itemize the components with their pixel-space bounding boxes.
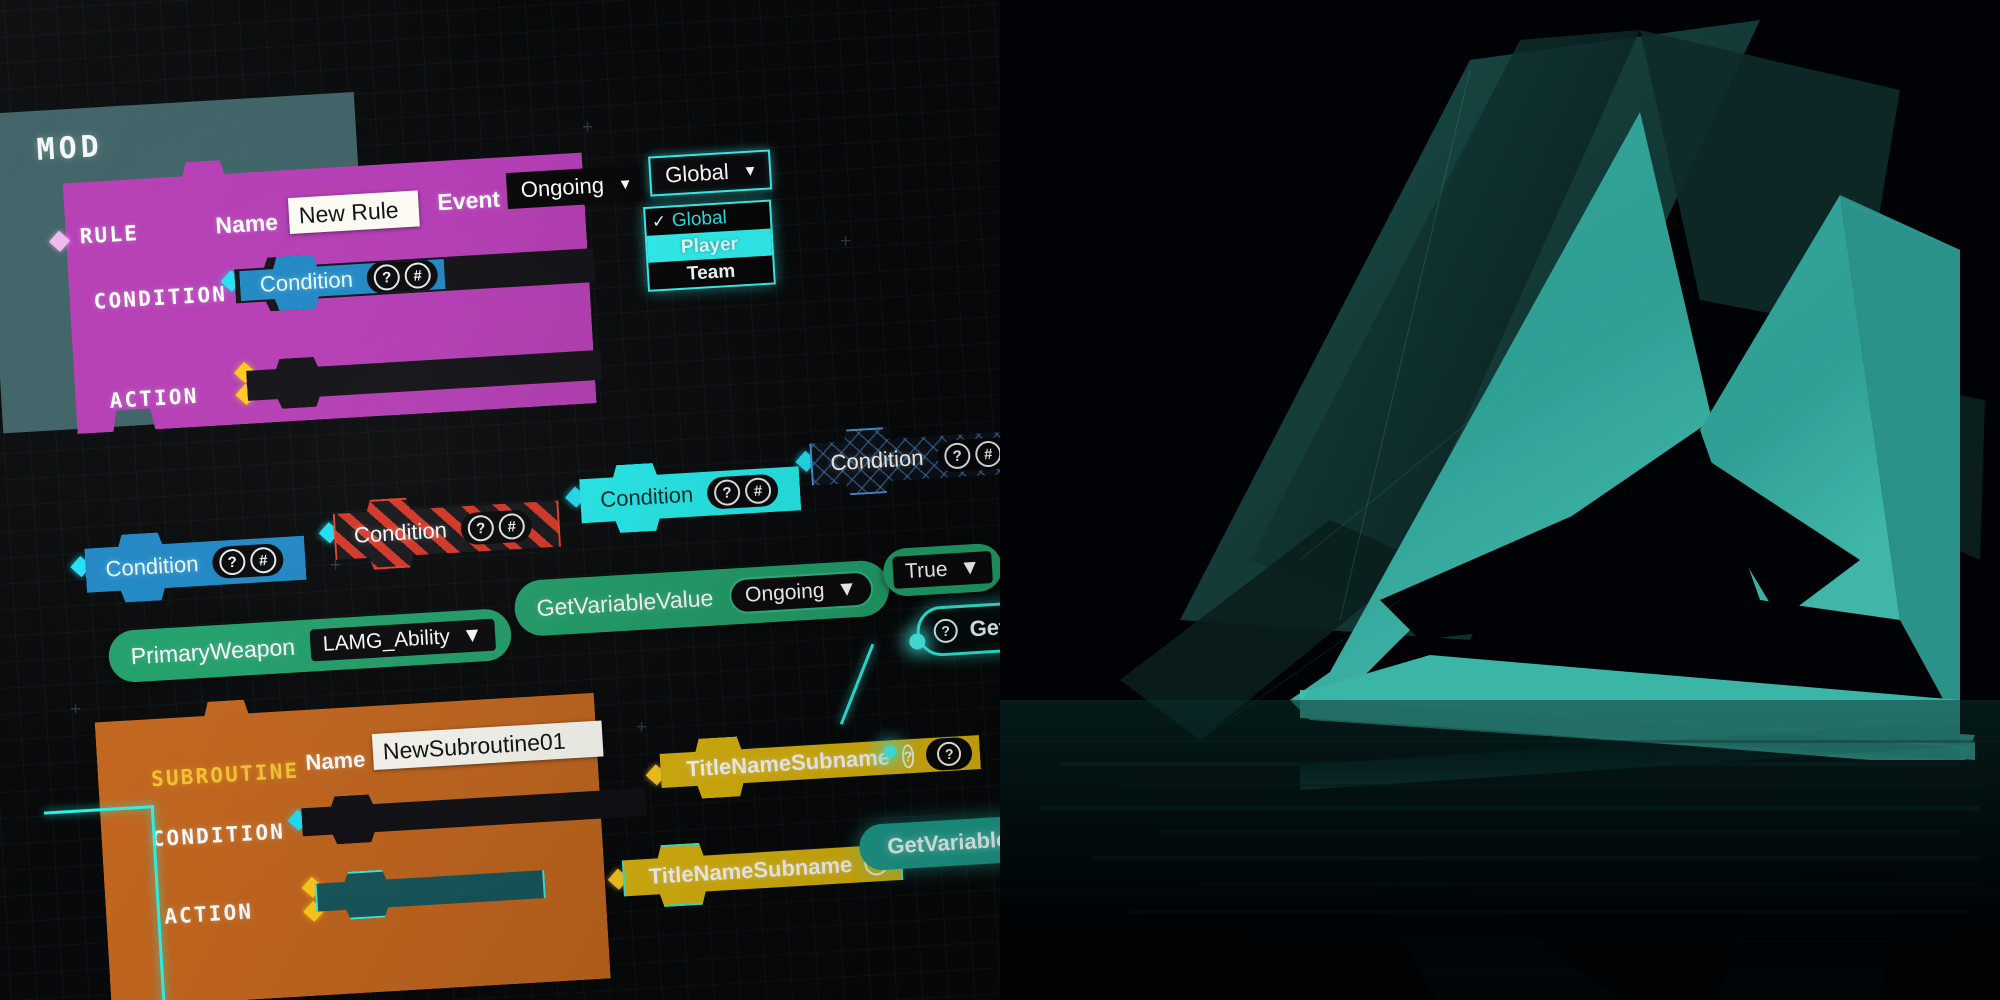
mod-title: MOD	[35, 129, 104, 168]
get-variable-value-dropdown[interactable]: Ongoing ▼	[728, 570, 875, 615]
get-variable-value-label: GetVariableValue	[535, 584, 714, 621]
logic-editor-panel: + + + + + + + + MOD RULE Name New Rule E…	[0, 0, 1000, 1000]
editor-canvas[interactable]: MOD RULE Name New Rule Event Ongoing ▼ G…	[0, 0, 1000, 1000]
condition-badges: ? #	[936, 437, 1000, 473]
get-variable-value-attachment[interactable]: GetVariableValue	[858, 811, 1000, 872]
number-icon[interactable]: #	[744, 477, 771, 504]
condition-chip-label: Condition	[104, 551, 200, 582]
help-icon[interactable]: ?	[467, 515, 494, 542]
rule-name-input[interactable]: New Rule	[287, 190, 420, 235]
condition-chip-label: Condition	[599, 481, 694, 513]
chevron-down-icon: ▼	[742, 161, 759, 180]
palette-condition-red[interactable]: Condition ? #	[332, 489, 562, 572]
condition-badges: ? #	[460, 509, 533, 545]
portal-logo-render	[1000, 0, 2000, 1000]
rule-scope-dropdown[interactable]: Global ▼	[648, 149, 773, 197]
help-icon[interactable]: ?	[901, 744, 915, 769]
rule-label: RULE	[79, 221, 140, 249]
dropdown-option-label: Team	[686, 260, 736, 285]
chevron-down-icon: ▼	[958, 555, 981, 580]
rule-scope-dropdown-menu[interactable]: ✓ Global Player Team	[643, 199, 776, 292]
condition-badges: ? #	[706, 474, 779, 510]
get-var-node-clipped[interactable]: ? GetVar	[915, 599, 1000, 658]
palette-condition-cyan[interactable]: Condition ? #	[578, 454, 802, 535]
title-name-subname-block-1[interactable]: TitleNameSubname ? ?	[659, 722, 982, 801]
number-icon[interactable]: #	[404, 262, 431, 289]
help-icon[interactable]: ?	[937, 741, 962, 766]
tns-pod[interactable]: ?	[925, 737, 973, 772]
get-var-label: GetVar	[968, 612, 1000, 642]
check-icon: ✓	[651, 211, 667, 232]
subroutine-name-label: Name	[304, 746, 366, 776]
chevron-down-icon: ▼	[461, 623, 484, 648]
chevron-down-icon: ▼	[835, 577, 858, 602]
get-variable-value-node[interactable]: GetVariableValue Ongoing ▼	[513, 559, 891, 638]
rule-scope-value: Global	[664, 158, 730, 188]
help-icon[interactable]: ?	[219, 548, 246, 575]
portal-logo-panel	[1000, 0, 2000, 1000]
help-icon[interactable]: ?	[373, 264, 400, 291]
condition-badges: ? #	[211, 543, 284, 579]
boolean-value: True	[904, 557, 949, 584]
connector-wire	[839, 643, 875, 725]
chevron-down-icon: ▼	[617, 175, 634, 194]
help-icon[interactable]: ?	[944, 442, 971, 469]
condition-chip-label: Condition	[353, 517, 448, 548]
get-variable-value-selection: Ongoing	[744, 579, 826, 607]
number-icon[interactable]: #	[498, 513, 525, 540]
condition-badges: ? #	[366, 258, 439, 294]
primary-weapon-value: LAMG_Ability	[322, 625, 451, 656]
help-icon[interactable]: ?	[713, 479, 740, 506]
help-icon[interactable]: ?	[933, 618, 959, 644]
boolean-node[interactable]: True ▼	[881, 542, 1000, 598]
number-icon[interactable]: #	[975, 440, 1000, 467]
dropdown-option-label: Player	[680, 233, 739, 258]
number-icon[interactable]: #	[250, 546, 277, 573]
dropdown-option-label: Global	[671, 206, 728, 231]
tns-label: TitleNameSubname	[648, 851, 853, 889]
condition-chip-label: Condition	[829, 444, 925, 476]
primary-weapon-label: PrimaryWeapon	[129, 633, 296, 669]
rule-event-dropdown[interactable]: Ongoing ▼	[505, 164, 646, 210]
tns-label: TitleNameSubname	[685, 744, 891, 782]
primary-weapon-dropdown[interactable]: LAMG_Ability ▼	[310, 618, 496, 662]
palette-condition-blue[interactable]: Condition ? #	[84, 524, 308, 605]
primary-weapon-node[interactable]: PrimaryWeapon LAMG_Ability ▼	[107, 607, 513, 684]
boolean-dropdown[interactable]: True ▼	[892, 551, 994, 589]
rule-event-value: Ongoing	[520, 172, 605, 203]
attachment-label: GetVariableValue	[886, 823, 1000, 859]
condition-chip-label: Condition	[259, 266, 354, 297]
palette-condition-netted[interactable]: Condition ? #	[809, 419, 1000, 497]
rule-name-label: Name	[214, 208, 279, 239]
rule-event-label: Event	[436, 185, 501, 216]
app-root: + + + + + + + + MOD RULE Name New Rule E…	[0, 0, 2000, 1000]
